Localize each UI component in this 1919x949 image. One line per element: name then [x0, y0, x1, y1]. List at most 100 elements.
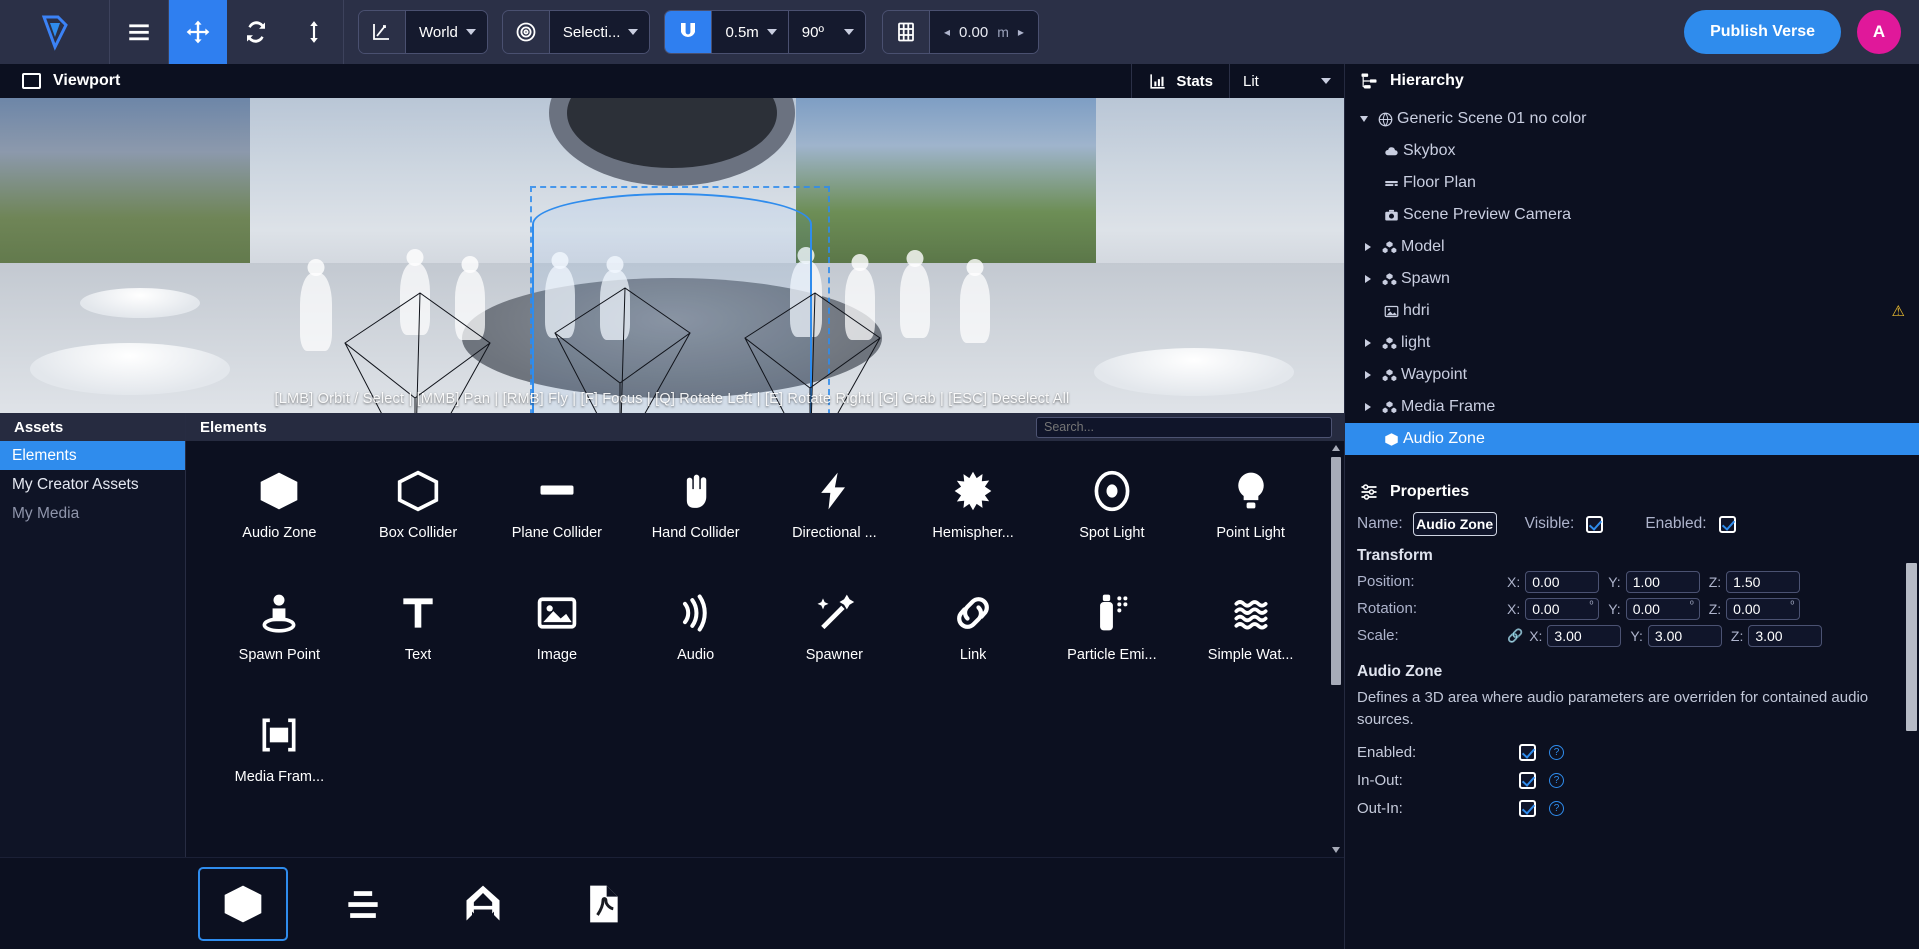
component-enabled-checkbox[interactable] — [1519, 744, 1536, 761]
publish-verse-button[interactable]: Publish Verse — [1684, 10, 1841, 54]
rotate-tool-button[interactable] — [227, 0, 285, 64]
component-in-out-row: In-Out: ? — [1345, 767, 1903, 795]
warning-icon[interactable]: ⚠ — [1892, 302, 1905, 320]
element-text[interactable]: Text — [349, 573, 488, 691]
tab-pdf[interactable] — [558, 867, 648, 941]
tab-objects[interactable] — [198, 866, 288, 941]
grid-decrement-icon[interactable]: ◂ — [944, 25, 950, 39]
app-logo[interactable] — [0, 0, 110, 64]
tree-node-label: Spawn — [1401, 270, 1450, 287]
element-box-collider[interactable]: Box Collider — [349, 451, 488, 569]
coord-space-select[interactable]: World — [405, 11, 487, 53]
snap-toggle[interactable] — [665, 11, 712, 53]
viewport-canvas[interactable]: [LMB] Orbit / Select | [MMB] Pan | [RMB]… — [0, 98, 1344, 413]
menu-button[interactable] — [110, 0, 168, 64]
element-plane-collider[interactable]: Plane Collider — [488, 451, 627, 569]
element-label: Hemispher... — [932, 525, 1014, 541]
move-tool-button[interactable] — [169, 0, 227, 64]
snap-grid-select[interactable]: 0.5m — [711, 11, 788, 53]
twisty-closed-icon[interactable] — [1359, 339, 1377, 347]
element-audio-zone[interactable]: Audio Zone — [210, 451, 349, 569]
scroll-down-icon[interactable] — [1332, 847, 1340, 853]
elements-scrollbar[interactable] — [1330, 445, 1342, 853]
grid-icon-cell[interactable] — [882, 11, 929, 53]
scale-y-input[interactable] — [1647, 624, 1722, 647]
tab-transform[interactable] — [438, 867, 528, 941]
visible-checkbox[interactable] — [1586, 515, 1604, 533]
scroll-up-icon[interactable] — [1332, 445, 1340, 451]
name-input[interactable] — [1412, 512, 1497, 536]
element-directional-light[interactable]: Directional ... — [765, 451, 904, 569]
twisty-closed-icon[interactable] — [1359, 275, 1377, 283]
help-icon[interactable]: ? — [1549, 801, 1564, 816]
assets-header: Assets — [0, 413, 185, 441]
rotation-z-input[interactable] — [1726, 597, 1801, 620]
element-hemisphere-light[interactable]: Hemispher... — [904, 451, 1043, 569]
coord-space-combo[interactable]: World — [358, 10, 488, 54]
twisty-open-icon[interactable] — [1355, 116, 1373, 122]
tree-node-spawn[interactable]: Spawn — [1345, 263, 1919, 295]
search-input[interactable] — [1036, 416, 1332, 438]
scale-x-input[interactable] — [1547, 624, 1622, 647]
element-point-light[interactable]: Point Light — [1181, 451, 1320, 569]
component-in-out-checkbox[interactable] — [1519, 772, 1536, 789]
tree-node-skybox[interactable]: Skybox — [1345, 135, 1919, 167]
pivot-select[interactable]: Selecti... — [548, 11, 650, 53]
name-row: Name: Visible: Enabled: — [1345, 507, 1903, 541]
element-spawner[interactable]: Spawner — [765, 573, 904, 691]
component-out-in-checkbox[interactable] — [1519, 800, 1536, 817]
help-icon[interactable]: ? — [1549, 745, 1564, 760]
snap-angle-select[interactable]: 90º — [787, 11, 865, 53]
tab-list[interactable] — [318, 867, 408, 941]
pivot-combo[interactable]: Selecti... — [501, 10, 651, 54]
element-link[interactable]: Link — [904, 573, 1043, 691]
element-label: Simple Wat... — [1207, 647, 1294, 663]
link-scale-icon[interactable]: 🔗 — [1507, 628, 1523, 644]
element-image[interactable]: Image — [488, 573, 627, 691]
properties-scrollbar-thumb[interactable] — [1906, 563, 1917, 731]
tree-node-floor-plan[interactable]: Floor Plan — [1345, 167, 1919, 199]
user-avatar[interactable]: A — [1857, 10, 1901, 54]
tree-node-waypoint[interactable]: Waypoint — [1345, 359, 1919, 391]
enabled-checkbox[interactable] — [1718, 515, 1736, 533]
grid-height-combo[interactable]: ◂ 0.00 m ▸ — [881, 10, 1039, 54]
rotation-x-input[interactable] — [1525, 597, 1600, 620]
position-y-input[interactable] — [1625, 570, 1700, 593]
position-z-input[interactable] — [1726, 570, 1801, 593]
tree-node-hdri[interactable]: hdri ⚠ — [1345, 295, 1919, 327]
tree-node-label: light — [1401, 334, 1431, 351]
tree-node-audio-zone[interactable]: Audio Zone — [1345, 423, 1919, 455]
element-hand-collider[interactable]: Hand Collider — [626, 451, 765, 569]
help-icon[interactable]: ? — [1549, 773, 1564, 788]
assets-item-my-creator-assets[interactable]: My Creator Assets — [0, 470, 185, 499]
tree-node-model[interactable]: Model — [1345, 231, 1919, 263]
stats-button[interactable]: Stats — [1131, 64, 1229, 98]
twisty-closed-icon[interactable] — [1359, 243, 1377, 251]
grid-increment-icon[interactable]: ▸ — [1018, 25, 1024, 39]
tree-node-generic-scene[interactable]: Generic Scene 01 no color — [1345, 103, 1919, 135]
scale-tool-button[interactable] — [285, 0, 343, 64]
scale-z-input[interactable] — [1748, 624, 1823, 647]
assets-item-my-media[interactable]: My Media — [0, 499, 185, 528]
element-spawn-point[interactable]: Spawn Point — [210, 573, 349, 691]
twisty-closed-icon[interactable] — [1359, 403, 1377, 411]
properties-scrollbar[interactable] — [1905, 477, 1918, 949]
globe-icon — [1373, 112, 1397, 127]
tree-node-media-frame[interactable]: Media Frame — [1345, 391, 1919, 423]
grid-height-stepper[interactable]: ◂ 0.00 m ▸ — [928, 11, 1038, 53]
twisty-closed-icon[interactable] — [1359, 371, 1377, 379]
shading-mode-select[interactable]: Lit — [1229, 64, 1344, 98]
element-media-frame[interactable]: Media Fram... — [210, 695, 349, 813]
element-particle-emitter[interactable]: Particle Emi... — [1043, 573, 1182, 691]
assets-item-elements[interactable]: Elements — [0, 441, 185, 470]
rotation-y-input[interactable] — [1625, 597, 1700, 620]
element-audio[interactable]: Audio — [626, 573, 765, 691]
position-x-input[interactable] — [1525, 570, 1600, 593]
scrollbar-thumb[interactable] — [1331, 457, 1341, 685]
snap-combo[interactable]: 0.5m 90º — [664, 10, 866, 54]
tree-node-scene-preview-camera[interactable]: Scene Preview Camera — [1345, 199, 1919, 231]
tree-node-light[interactable]: light — [1345, 327, 1919, 359]
hierarchy-header: Hierarchy — [1345, 64, 1919, 98]
element-simple-water[interactable]: Simple Wat... — [1181, 573, 1320, 691]
element-spot-light[interactable]: Spot Light — [1043, 451, 1182, 569]
